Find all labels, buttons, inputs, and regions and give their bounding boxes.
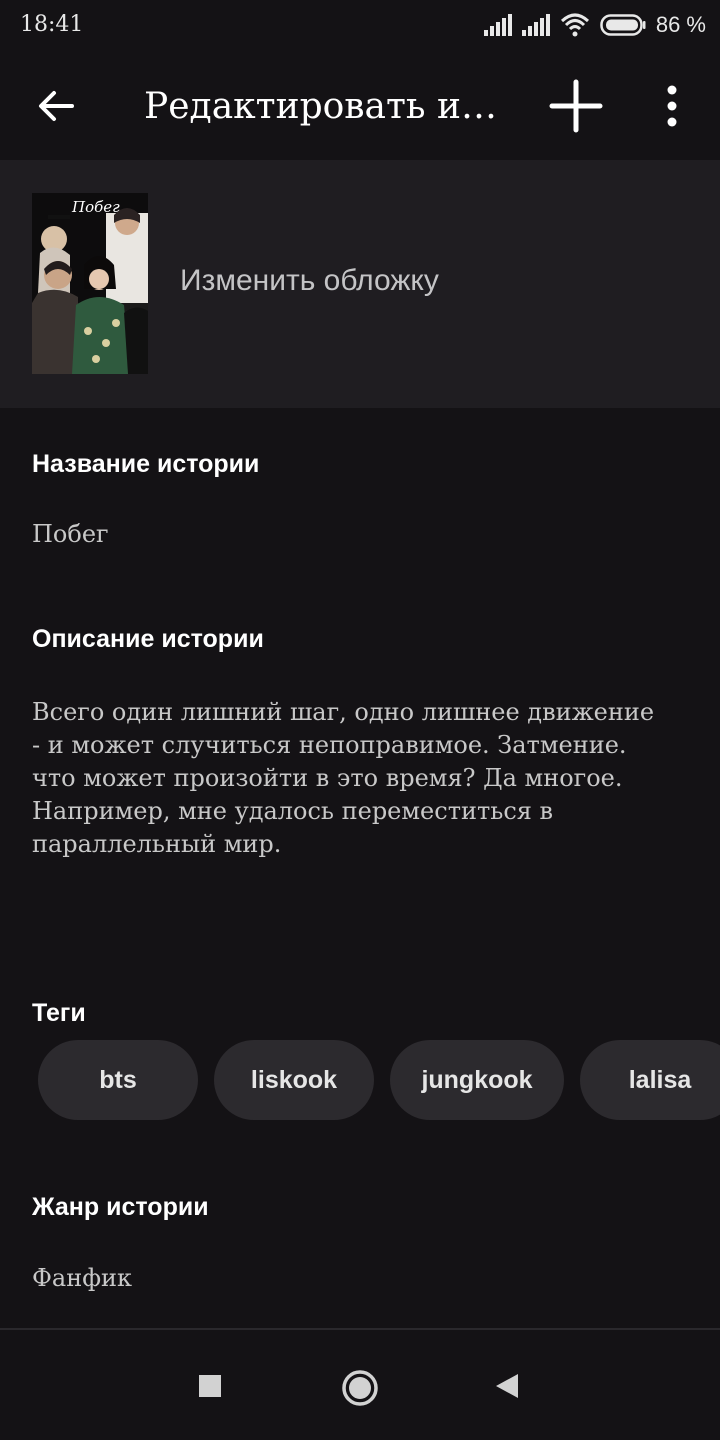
- arrow-left-icon: [39, 91, 74, 121]
- tag-chip[interactable]: jungkook: [390, 1040, 564, 1120]
- status-time: 18:41: [20, 12, 84, 37]
- status-bar: 18:41 86 %: [0, 0, 720, 50]
- description-line: параллельный мир.: [32, 830, 282, 858]
- signal-icon: [483, 14, 512, 36]
- recents-square-icon: [199, 1375, 221, 1397]
- cover-title-lettering: Побег: [71, 198, 120, 216]
- wifi-icon: [560, 13, 589, 37]
- battery-percent: 86 %: [655, 12, 706, 37]
- change-cover-link[interactable]: Изменить обложку: [180, 264, 439, 298]
- tag-chip[interactable]: liskook: [214, 1040, 374, 1120]
- description-line: Всего один лишний шаг, одно лишнее движе…: [32, 698, 655, 726]
- genre-label: Жанр истории: [32, 1193, 209, 1221]
- signal-icon: [521, 14, 550, 36]
- description-line: Например, мне удалось переместиться в: [32, 797, 554, 825]
- add-part-button[interactable]: [546, 76, 606, 136]
- page-title: Редактировать ис...: [144, 86, 514, 127]
- system-nav-bar: [0, 1330, 720, 1440]
- story-title-label: Название истории: [32, 450, 260, 478]
- tag-chip[interactable]: bts: [38, 1040, 198, 1120]
- home-button[interactable]: [338, 1366, 382, 1415]
- tag-chip[interactable]: lalisa: [580, 1040, 720, 1120]
- recents-button[interactable]: [190, 1366, 230, 1411]
- cover-image[interactable]: Побег: [32, 193, 148, 374]
- tags-label: Теги: [32, 999, 86, 1027]
- description-line: что может произойти в это время? Да мног…: [32, 764, 623, 792]
- system-back-button[interactable]: [488, 1366, 528, 1411]
- status-icons: 86 %: [483, 10, 706, 40]
- back-triangle-icon: [496, 1374, 518, 1398]
- genre-field[interactable]: Фанфик: [32, 1264, 132, 1292]
- home-circle-icon: [342, 1370, 378, 1406]
- story-description-label: Описание истории: [32, 625, 264, 653]
- more-vert-icon: [667, 85, 677, 127]
- more-options-button[interactable]: [652, 80, 692, 132]
- story-title-field[interactable]: Побег: [32, 520, 109, 548]
- plus-icon: [549, 79, 603, 133]
- battery-icon: [600, 14, 646, 36]
- cover-section[interactable]: Побег Изменить обложку: [0, 160, 720, 408]
- back-button[interactable]: [30, 80, 82, 132]
- app-bar: Редактировать ис...: [0, 50, 720, 160]
- story-description-field[interactable]: Всего один лишний шаг, одно лишнее движе…: [32, 696, 672, 861]
- cover-art: Побег: [32, 193, 148, 374]
- tags-list: bts liskook jungkook lalisa: [38, 1040, 720, 1120]
- description-line: - и может случиться непоправимое. Затмен…: [32, 731, 627, 759]
